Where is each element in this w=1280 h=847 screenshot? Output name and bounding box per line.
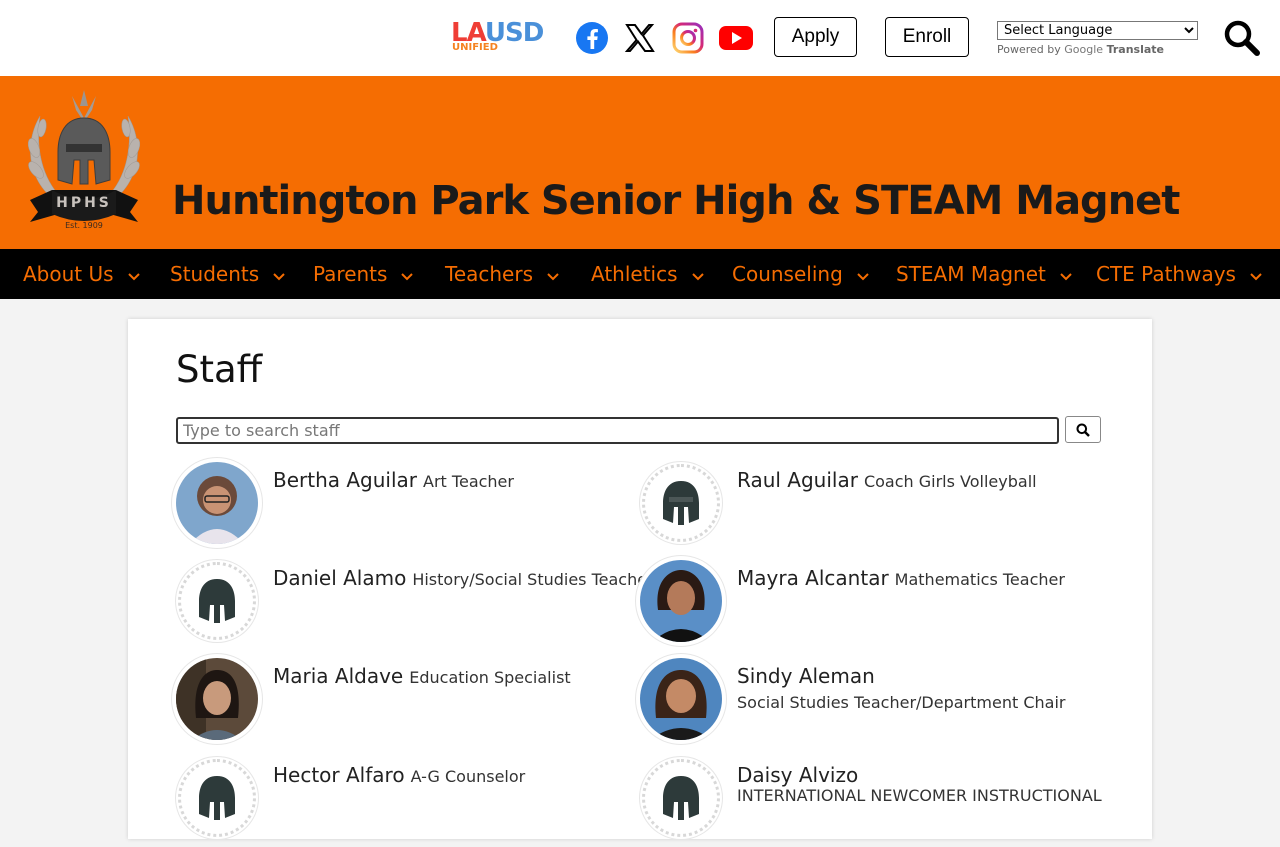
main-navigation: About Us Students Parents Teachers Athle…: [0, 249, 1280, 299]
nav-counseling[interactable]: Counseling: [732, 249, 869, 299]
instagram-icon[interactable]: [670, 20, 706, 56]
staff-entry[interactable]: Raul Aguilar Coach Girls Volleyball: [640, 462, 1090, 552]
spartan-helmet-icon: [199, 579, 235, 623]
nav-parents-label: Parents: [313, 262, 388, 286]
staff-role: Coach Girls Volleyball: [863, 472, 1037, 491]
nav-cte-pathways[interactable]: CTE Pathways: [1096, 249, 1262, 299]
staff-name[interactable]: Daniel Alamo: [273, 566, 406, 590]
youtube-icon[interactable]: [718, 20, 754, 56]
nav-teachers[interactable]: Teachers: [445, 249, 559, 299]
nav-parents[interactable]: Parents: [313, 249, 414, 299]
staff-name-line[interactable]: Maria Aldave Education Specialist: [273, 664, 571, 688]
x-icon[interactable]: [622, 20, 658, 56]
translate-text: Translate: [1106, 43, 1164, 56]
nav-about-us[interactable]: About Us: [23, 249, 140, 299]
chevron-down-icon: [1060, 262, 1072, 286]
staff-photo: [176, 462, 258, 544]
school-logo[interactable]: HPHS Est. 1909: [22, 88, 146, 232]
staff-name-line[interactable]: Bertha Aguilar Art Teacher: [273, 468, 514, 492]
apply-button[interactable]: Apply: [774, 17, 857, 57]
staff-role: Education Specialist: [409, 668, 571, 687]
nav-cte-pathways-label: CTE Pathways: [1096, 262, 1236, 286]
staff-role: A-G Counselor: [410, 767, 526, 786]
staff-photo: [176, 658, 258, 740]
staff-name[interactable]: Daisy Alvizo: [737, 763, 858, 787]
staff-photo: [640, 658, 722, 740]
nav-steam-magnet[interactable]: STEAM Magnet: [896, 249, 1072, 299]
staff-entry[interactable]: Bertha Aguilar Art Teacher: [176, 462, 626, 552]
avatar-ring: [642, 759, 720, 837]
staff-role: Social Studies Teacher/Department Chair: [737, 693, 1066, 712]
staff-entry[interactable]: Hector Alfaro A-G Counselor: [176, 757, 626, 847]
chevron-down-icon: [691, 262, 704, 286]
staff-role: Art Teacher: [423, 472, 514, 491]
staff-placeholder-avatar: [176, 560, 258, 642]
nav-students-label: Students: [170, 262, 260, 286]
logo-est-text: Est. 1909: [65, 221, 103, 230]
nav-athletics[interactable]: Athletics: [591, 249, 704, 299]
chevron-down-icon: [273, 262, 285, 286]
staff-placeholder-avatar: [176, 757, 258, 839]
nav-teachers-label: Teachers: [445, 262, 533, 286]
staff-name[interactable]: Bertha Aguilar: [273, 468, 417, 492]
spartan-helmet-icon: [663, 481, 699, 525]
page-title: Staff: [176, 348, 263, 391]
staff-placeholder-avatar: [640, 462, 722, 544]
staff-name[interactable]: Sindy Aleman: [737, 664, 875, 688]
staff-name[interactable]: Mayra Alcantar: [737, 566, 889, 590]
staff-entry[interactable]: Sindy Aleman Social Studies Teacher/Depa…: [640, 658, 1090, 748]
logo-hphs-text: HPHS: [56, 195, 112, 211]
nav-about-us-label: About Us: [23, 262, 114, 286]
staff-entry[interactable]: Maria Aldave Education Specialist: [176, 658, 626, 748]
staff-placeholder-avatar: [640, 757, 722, 839]
language-select[interactable]: Select Language: [997, 21, 1198, 40]
spartan-helmet-icon: [199, 776, 235, 820]
enroll-button[interactable]: Enroll: [885, 17, 969, 57]
lausd-logo[interactable]: LAUSD UNIFIED: [451, 20, 561, 56]
staff-search-button[interactable]: [1065, 416, 1101, 443]
staff-name-line[interactable]: Mayra Alcantar Mathematics Teacher: [737, 566, 1065, 590]
google-translate-credit: Powered by Google Translate: [997, 43, 1164, 56]
avatar-ring: [642, 464, 720, 542]
staff-name-line[interactable]: Raul Aguilar Coach Girls Volleyball: [737, 468, 1037, 492]
staff-name[interactable]: Hector Alfaro: [273, 763, 405, 787]
staff-name-line[interactable]: Daniel Alamo History/Social Studies Teach…: [273, 566, 654, 590]
staff-entry[interactable]: Mayra Alcantar Mathematics Teacher: [640, 560, 1090, 650]
google-logo-text: Google: [1064, 43, 1104, 56]
search-icon: [1076, 423, 1090, 437]
nav-students[interactable]: Students: [170, 249, 285, 299]
staff-name[interactable]: Raul Aguilar: [737, 468, 858, 492]
chevron-down-icon: [547, 262, 559, 286]
chevron-down-icon: [857, 262, 869, 286]
top-utility-bar: LAUSD UNIFIED Apply Enroll Select Langua…: [0, 0, 1280, 76]
nav-counseling-label: Counseling: [732, 262, 843, 286]
school-name-heading[interactable]: Huntington Park Senior High & STEAM Magn…: [172, 178, 1180, 224]
staff-entry[interactable]: Daniel Alamo History/Social Studies Teach…: [176, 560, 654, 650]
staff-photo: [640, 560, 722, 642]
site-search-icon[interactable]: [1222, 18, 1262, 58]
staff-name[interactable]: Maria Aldave: [273, 664, 403, 688]
staff-role: History/Social Studies Teacher: [412, 570, 654, 589]
powered-by-text: Powered by: [997, 43, 1061, 56]
staff-role: Mathematics Teacher: [894, 570, 1065, 589]
staff-name-line[interactable]: Hector Alfaro A-G Counselor: [273, 763, 525, 787]
lausd-logo-unified: UNIFIED: [452, 42, 498, 53]
staff-search-input[interactable]: [176, 417, 1059, 444]
nav-steam-magnet-label: STEAM Magnet: [896, 262, 1046, 286]
chevron-down-icon: [1250, 262, 1262, 286]
staff-entry[interactable]: Daisy Alvizo INTERNATIONAL NEWCOMER INST…: [640, 757, 1102, 847]
avatar-ring: [178, 562, 256, 640]
avatar-ring: [178, 759, 256, 837]
chevron-down-icon: [401, 262, 414, 286]
chevron-down-icon: [127, 262, 140, 286]
facebook-icon[interactable]: [574, 20, 610, 56]
nav-athletics-label: Athletics: [591, 262, 678, 286]
staff-role: INTERNATIONAL NEWCOMER INSTRUCTIONAL: [737, 786, 1102, 805]
spartan-helmet-icon: [663, 776, 699, 820]
